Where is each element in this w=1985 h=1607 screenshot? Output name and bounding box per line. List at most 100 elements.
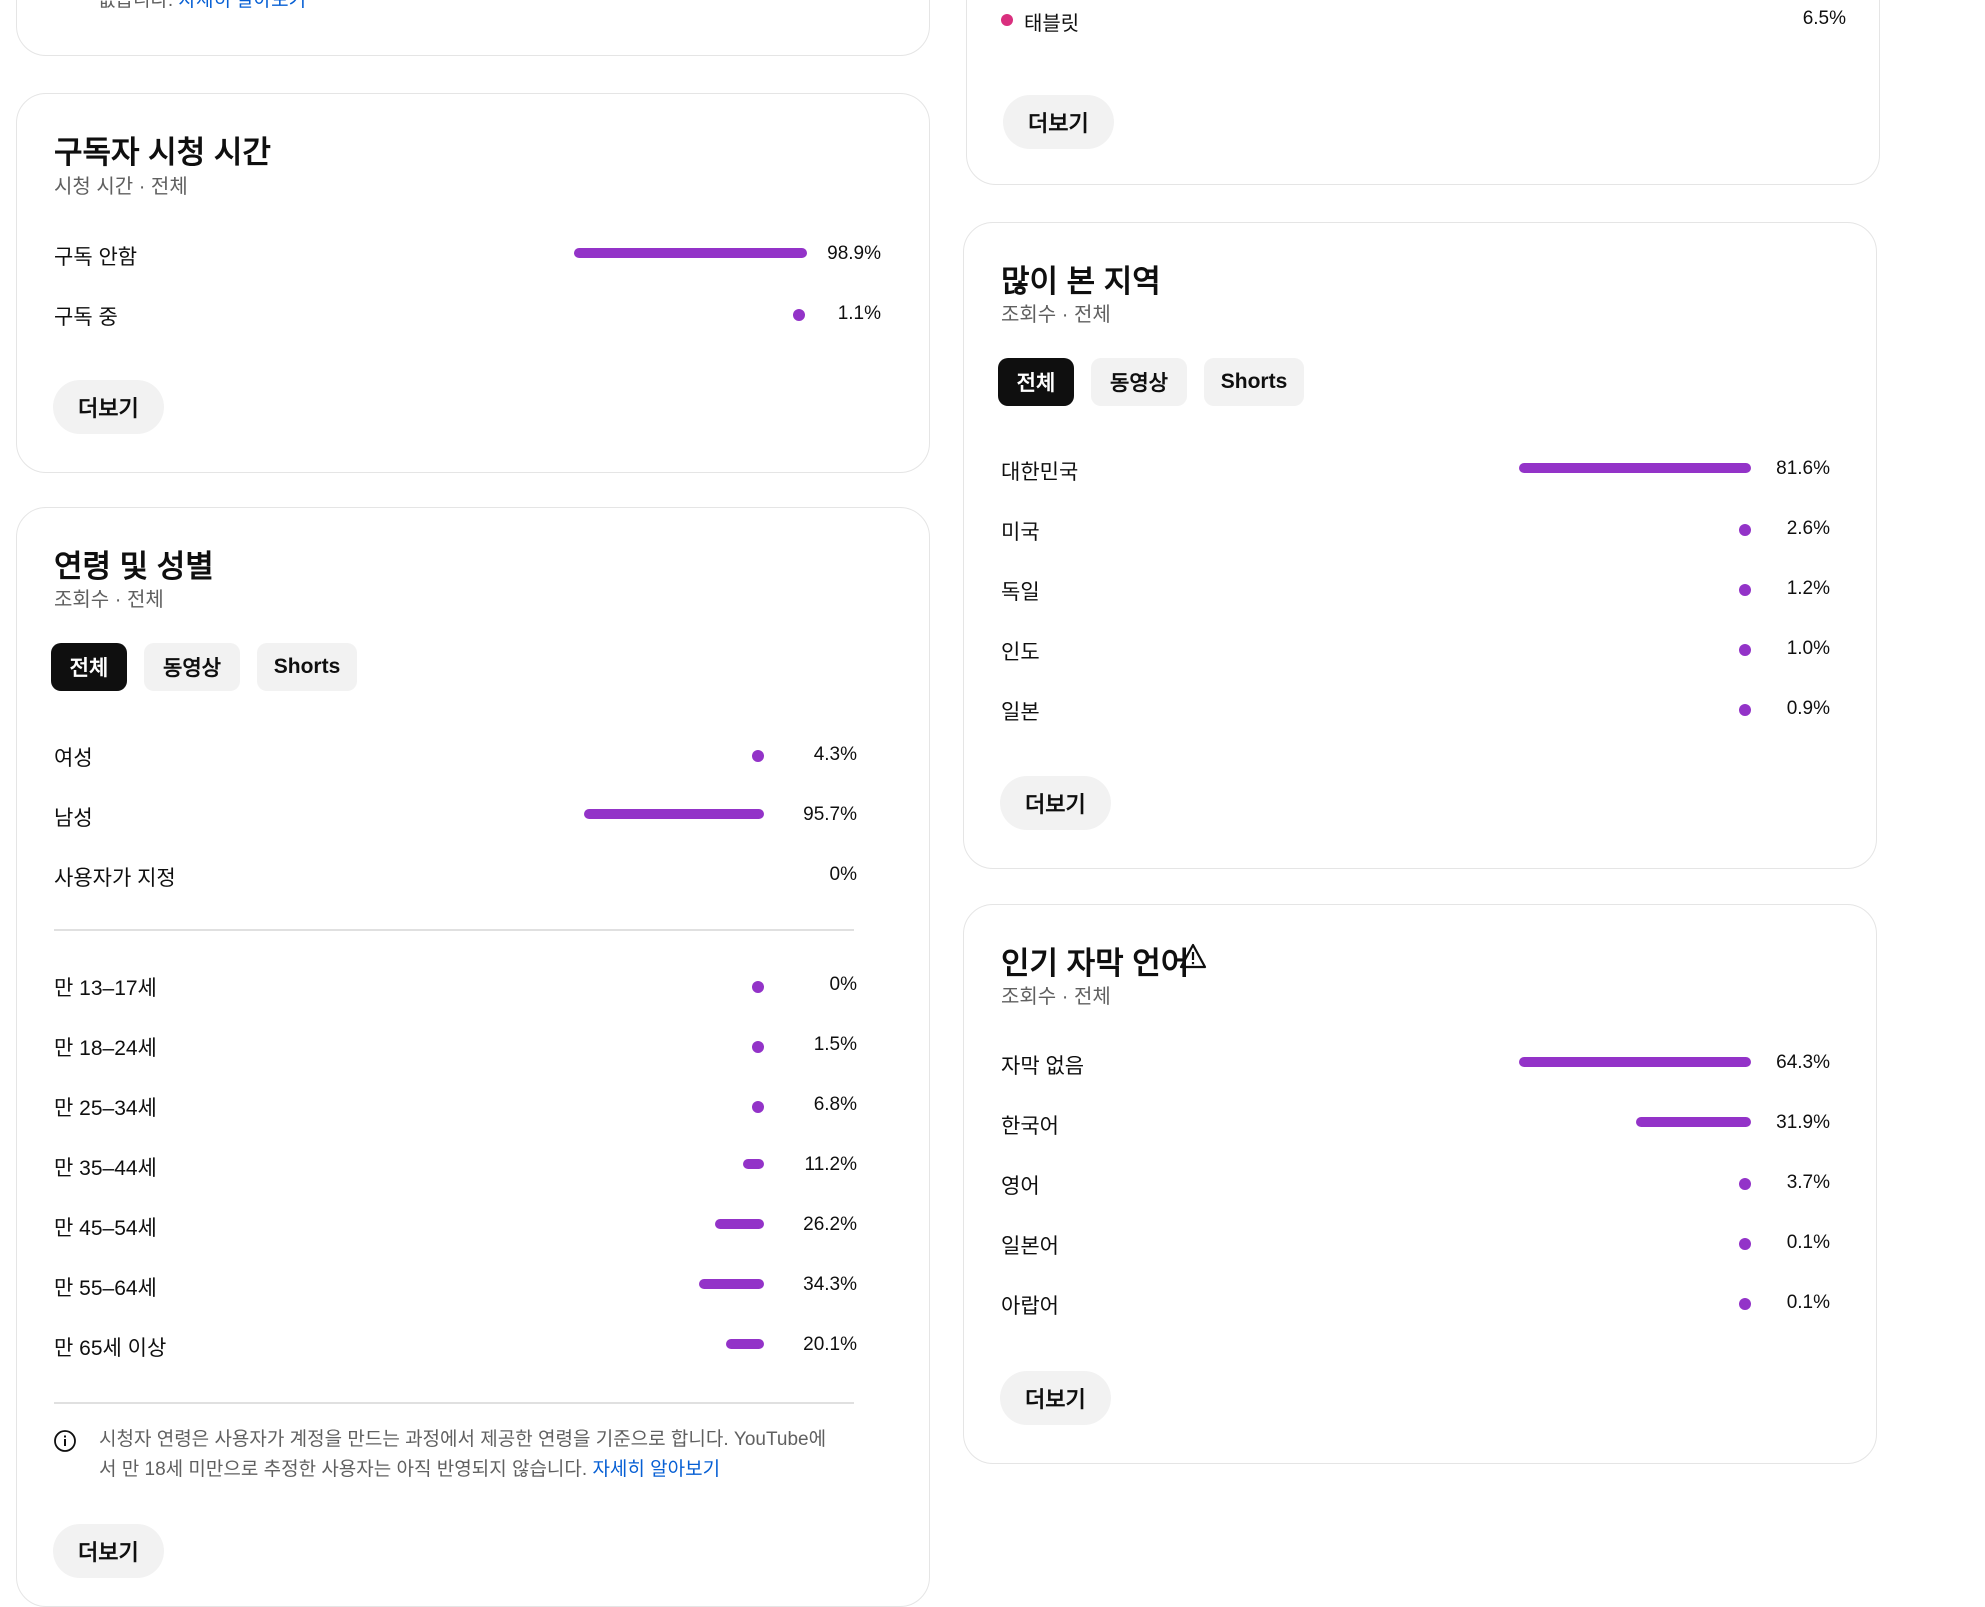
divider (54, 929, 854, 931)
age-value: 6.8% (813, 1094, 857, 1115)
row-value: 98.9% (827, 243, 881, 264)
lang-dot (1739, 1178, 1751, 1190)
age-label: 만 13–17세 (54, 977, 157, 1000)
age-label: 만 25–34세 (54, 1097, 157, 1120)
card-subtitle: 시청 시간 · 전체 (54, 176, 188, 198)
age-value: 0% (829, 974, 857, 995)
lang-label: 일본어 (1001, 1235, 1059, 1258)
geo-label: 인도 (1001, 641, 1040, 664)
lang-more-button[interactable]: 더보기 (1000, 1371, 1111, 1425)
geo-dot (1739, 524, 1751, 536)
lang-bar (1519, 1057, 1751, 1067)
learn-more-link[interactable]: 자세히 알아보기 (178, 0, 306, 11)
gender-label: 여성 (54, 747, 93, 770)
age-label: 만 35–44세 (54, 1157, 157, 1180)
geo-dot (1739, 704, 1751, 716)
tablet-dot (1001, 14, 1013, 26)
age-gender-more-button[interactable]: 더보기 (53, 1524, 164, 1578)
info-icon[interactable] (53, 1429, 77, 1453)
age-gender-card: 연령 및 성별 조회수 · 전체 전체 동영상 Shorts 여성 4.3% 남… (16, 507, 930, 1607)
subscriber-watch-card: 구독자 시청 시간 시청 시간 · 전체 구독 안함 98.9% 구독 중 1.… (16, 93, 930, 473)
card-subtitle: 조회수 · 전체 (1001, 304, 1111, 326)
geo-value: 81.6% (1776, 458, 1830, 479)
age-label: 만 55–64세 (54, 1277, 157, 1300)
tab-all[interactable]: 전체 (51, 643, 127, 691)
gender-label: 남성 (54, 807, 93, 830)
warning-icon[interactable] (1179, 943, 1207, 969)
tablet-value: 6.5% (1802, 8, 1846, 29)
geo-label: 독일 (1001, 581, 1040, 604)
card-title: 연령 및 성별 (54, 549, 214, 584)
age-value: 34.3% (803, 1274, 857, 1295)
geo-dot (1739, 644, 1751, 656)
tab-shorts[interactable]: Shorts (257, 643, 357, 691)
lang-value: 0.1% (1786, 1232, 1830, 1253)
tab-videos[interactable]: 동영상 (1091, 358, 1187, 406)
age-value: 26.2% (803, 1214, 857, 1235)
card-subtitle: 조회수 · 전체 (1001, 986, 1111, 1008)
age-label: 만 45–54세 (54, 1217, 157, 1240)
gender-dot (752, 750, 764, 762)
geo-dot (1739, 584, 1751, 596)
card-title: 구독자 시청 시간 (54, 135, 271, 170)
subtitle-languages-card: 인기 자막 언어 조회수 · 전체 자막 없음 64.3% 한국어 31.9% … (963, 904, 1877, 1464)
divider (54, 1402, 854, 1404)
lang-label: 자막 없음 (1001, 1055, 1085, 1078)
gender-label: 사용자가 지정 (54, 867, 176, 890)
tab-all[interactable]: 전체 (998, 358, 1074, 406)
device-more-button[interactable]: 더보기 (1003, 95, 1114, 149)
lang-bar (1636, 1117, 1751, 1127)
subscriber-dot (793, 309, 805, 321)
subscriber-bar (574, 248, 807, 258)
age-note: 시청자 연령은 사용자가 계정을 만드는 과정에서 제공한 연령을 기준으로 합… (99, 1429, 827, 1480)
card-subtitle: 조회수 · 전체 (54, 589, 164, 611)
geo-bar (1519, 463, 1751, 473)
lang-label: 영어 (1001, 1175, 1040, 1198)
geo-label: 일본 (1001, 701, 1040, 724)
age-bar (726, 1339, 764, 1349)
card-title: 인기 자막 언어 (1001, 946, 1190, 981)
lang-dot (1739, 1238, 1751, 1250)
gender-bar (584, 809, 764, 819)
age-bar (699, 1279, 764, 1289)
age-value: 11.2% (804, 1154, 857, 1175)
top-left-card: 없습니다. 자세히 알아보기 (16, 0, 930, 56)
top-geographies-card: 많이 본 지역 조회수 · 전체 전체 동영상 Shorts 대한민국 81.6… (963, 222, 1877, 869)
age-label: 만 18–24세 (54, 1037, 157, 1060)
geo-value: 2.6% (1786, 518, 1830, 539)
age-label: 만 65세 이상 (54, 1337, 167, 1360)
lang-label: 아랍어 (1001, 1295, 1059, 1318)
lang-label: 한국어 (1001, 1115, 1059, 1138)
lang-value: 3.7% (1786, 1172, 1830, 1193)
age-value: 20.1% (803, 1334, 857, 1355)
geo-more-button[interactable]: 더보기 (1000, 776, 1111, 830)
age-dot (752, 1101, 764, 1113)
subscriber-more-button[interactable]: 더보기 (53, 380, 164, 434)
tablet-label: 태블릿 (1024, 13, 1080, 35)
age-dot (752, 1041, 764, 1053)
age-value: 1.5% (813, 1034, 857, 1055)
gender-value: 95.7% (803, 804, 857, 825)
lang-dot (1739, 1298, 1751, 1310)
geo-label: 미국 (1001, 521, 1040, 544)
gender-value: 4.3% (813, 744, 857, 765)
row-label: 구독 안함 (54, 246, 138, 269)
row-value: 1.1% (837, 303, 881, 324)
learn-more-link[interactable]: 자세히 알아보기 (592, 1459, 720, 1480)
age-bar (743, 1159, 764, 1169)
geo-value: 0.9% (1786, 698, 1830, 719)
age-bar (715, 1219, 764, 1229)
geo-value: 1.2% (1786, 578, 1830, 599)
lang-value: 64.3% (1776, 1052, 1830, 1073)
card-title: 많이 본 지역 (1001, 264, 1161, 299)
device-type-card: 태블릿 6.5% 더보기 (966, 0, 1880, 185)
tab-videos[interactable]: 동영상 (144, 643, 240, 691)
lang-value: 31.9% (1776, 1112, 1830, 1133)
tab-shorts[interactable]: Shorts (1204, 358, 1304, 406)
age-dot (752, 981, 764, 993)
lang-value: 0.1% (1786, 1292, 1830, 1313)
top-left-note: 없습니다. 자세히 알아보기 (98, 0, 306, 16)
gender-value: 0% (829, 864, 857, 885)
geo-label: 대한민국 (1001, 461, 1079, 484)
geo-value: 1.0% (1786, 638, 1830, 659)
